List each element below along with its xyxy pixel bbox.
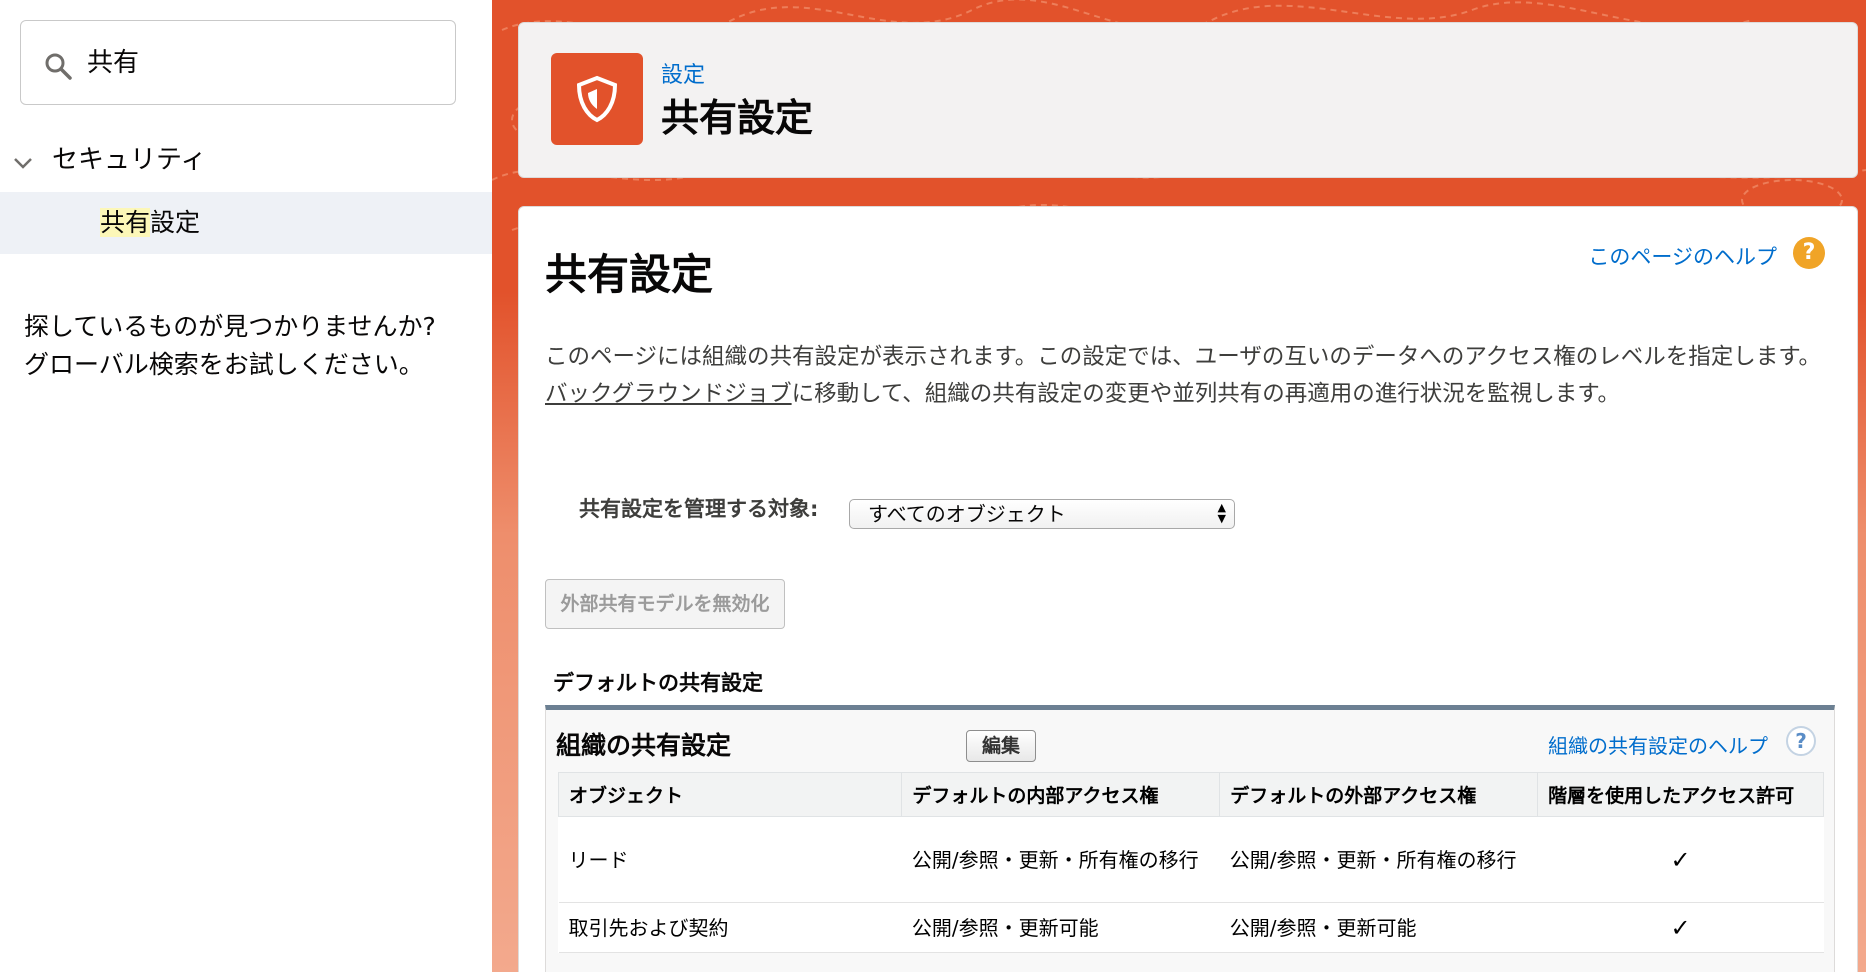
quick-find-input[interactable]: 共有 xyxy=(20,20,456,105)
cell-internal-access: 公開/参照・更新・所有権の移行 xyxy=(901,816,1220,903)
edit-button[interactable]: 編集 xyxy=(966,730,1036,762)
search-icon xyxy=(45,53,72,80)
default-sharing-section-title: デフォルトの共有設定 xyxy=(553,671,763,695)
checkmark-icon: ✓ xyxy=(1537,816,1824,903)
page-description: このページには組織の共有設定が表示されます。この設定では、ユーザの互いのデータへ… xyxy=(545,339,1835,413)
manage-sharing-select-value: すべてのオブジェクト xyxy=(868,502,1066,526)
org-sharing-title: 組織の共有設定 xyxy=(556,731,732,760)
cell-external-access: 公開/参照・更新・所有権の移行 xyxy=(1219,816,1538,903)
setup-header-card: 設定 共有設定 xyxy=(518,22,1858,178)
org-sharing-help-link[interactable]: 組織の共有設定のヘルプ xyxy=(1548,730,1768,759)
table-row: リード 公開/参照・更新・所有権の移行 公開/参照・更新・所有権の移行 ✓ xyxy=(558,816,1824,903)
table-row: 取引先および契約 公開/参照・更新可能 公開/参照・更新可能 ✓ xyxy=(558,902,1824,953)
disable-external-sharing-button[interactable]: 外部共有モデルを無効化 xyxy=(545,579,785,629)
help-icon[interactable]: ? xyxy=(1793,237,1825,269)
header-title: 共有設定 xyxy=(661,96,814,140)
not-found-message: 探しているものが見つかりませんか? グローバル検索をお試しください。 xyxy=(24,308,474,384)
tree-item-label: 共有設定 xyxy=(100,204,200,242)
org-sharing-block: 組織の共有設定 編集 組織の共有設定のヘルプ ? オブジェクト デフォルトの内部… xyxy=(545,705,1835,972)
cell-object: リード xyxy=(558,816,902,903)
column-header-object: オブジェクト xyxy=(557,772,903,817)
page-help-link[interactable]: このページのヘルプ xyxy=(1588,241,1777,271)
description-text-1: このページには組織の共有設定が表示されます。この設定では、ユーザの互いのデータへ… xyxy=(545,344,1821,370)
chevron-down-icon[interactable] xyxy=(12,152,34,174)
cell-internal-access: 公開/参照・更新可能 xyxy=(901,902,1220,953)
checkmark-icon: ✓ xyxy=(1537,902,1824,953)
column-header-hierarchy: 階層を使用したアクセス許可 xyxy=(1537,772,1824,817)
background-jobs-link[interactable]: バックグラウンドジョブ xyxy=(545,381,792,407)
tree-node-security[interactable]: セキュリティ xyxy=(0,136,492,184)
quick-find-value: 共有 xyxy=(87,48,140,78)
cell-external-access: 公開/参照・更新可能 xyxy=(1219,902,1538,953)
tree-item-label-rest: 設定 xyxy=(150,208,201,237)
tree-item-sharing-settings[interactable]: 共有設定 xyxy=(0,192,492,254)
column-header-internal-access: デフォルトの内部アクセス権 xyxy=(901,772,1221,817)
manage-sharing-label: 共有設定を管理する対象: xyxy=(579,497,819,521)
select-arrows-icon: ▲ ▼ xyxy=(1217,501,1226,525)
not-found-line-1: 探しているものが見つかりませんか? xyxy=(24,312,436,341)
not-found-line-2: グローバル検索をお試しください。 xyxy=(24,350,424,379)
manage-sharing-select[interactable]: すべてのオブジェクト ▲ ▼ xyxy=(849,499,1235,529)
setup-sidebar: 共有 セキュリティ 共有設定 探しているものが見つかりませんか? グローバル検索… xyxy=(0,0,492,972)
page-title: 共有設定 xyxy=(545,250,714,299)
help-icon[interactable]: ? xyxy=(1786,726,1816,756)
search-match-highlight: 共有 xyxy=(100,208,151,237)
tree-node-label: セキュリティ xyxy=(52,145,207,175)
description-text-2: に移動して、組織の共有設定の変更や並列共有の再適用の進行状況を監視します。 xyxy=(791,381,1621,407)
table-header-row: オブジェクト デフォルトの内部アクセス権 デフォルトの外部アクセス権 階層を使用… xyxy=(557,772,1824,817)
shield-icon xyxy=(576,75,618,123)
cell-object: 取引先および契約 xyxy=(558,902,902,953)
breadcrumb-setup[interactable]: 設定 xyxy=(661,57,705,89)
org-sharing-table: オブジェクト デフォルトの内部アクセス権 デフォルトの外部アクセス権 階層を使用… xyxy=(557,772,1824,953)
main-content-card: 共有設定 このページのヘルプ ? このページには組織の共有設定が表示されます。こ… xyxy=(518,206,1858,972)
column-header-external-access: デフォルトの外部アクセス権 xyxy=(1219,772,1539,817)
header-icon-tile xyxy=(551,53,643,145)
